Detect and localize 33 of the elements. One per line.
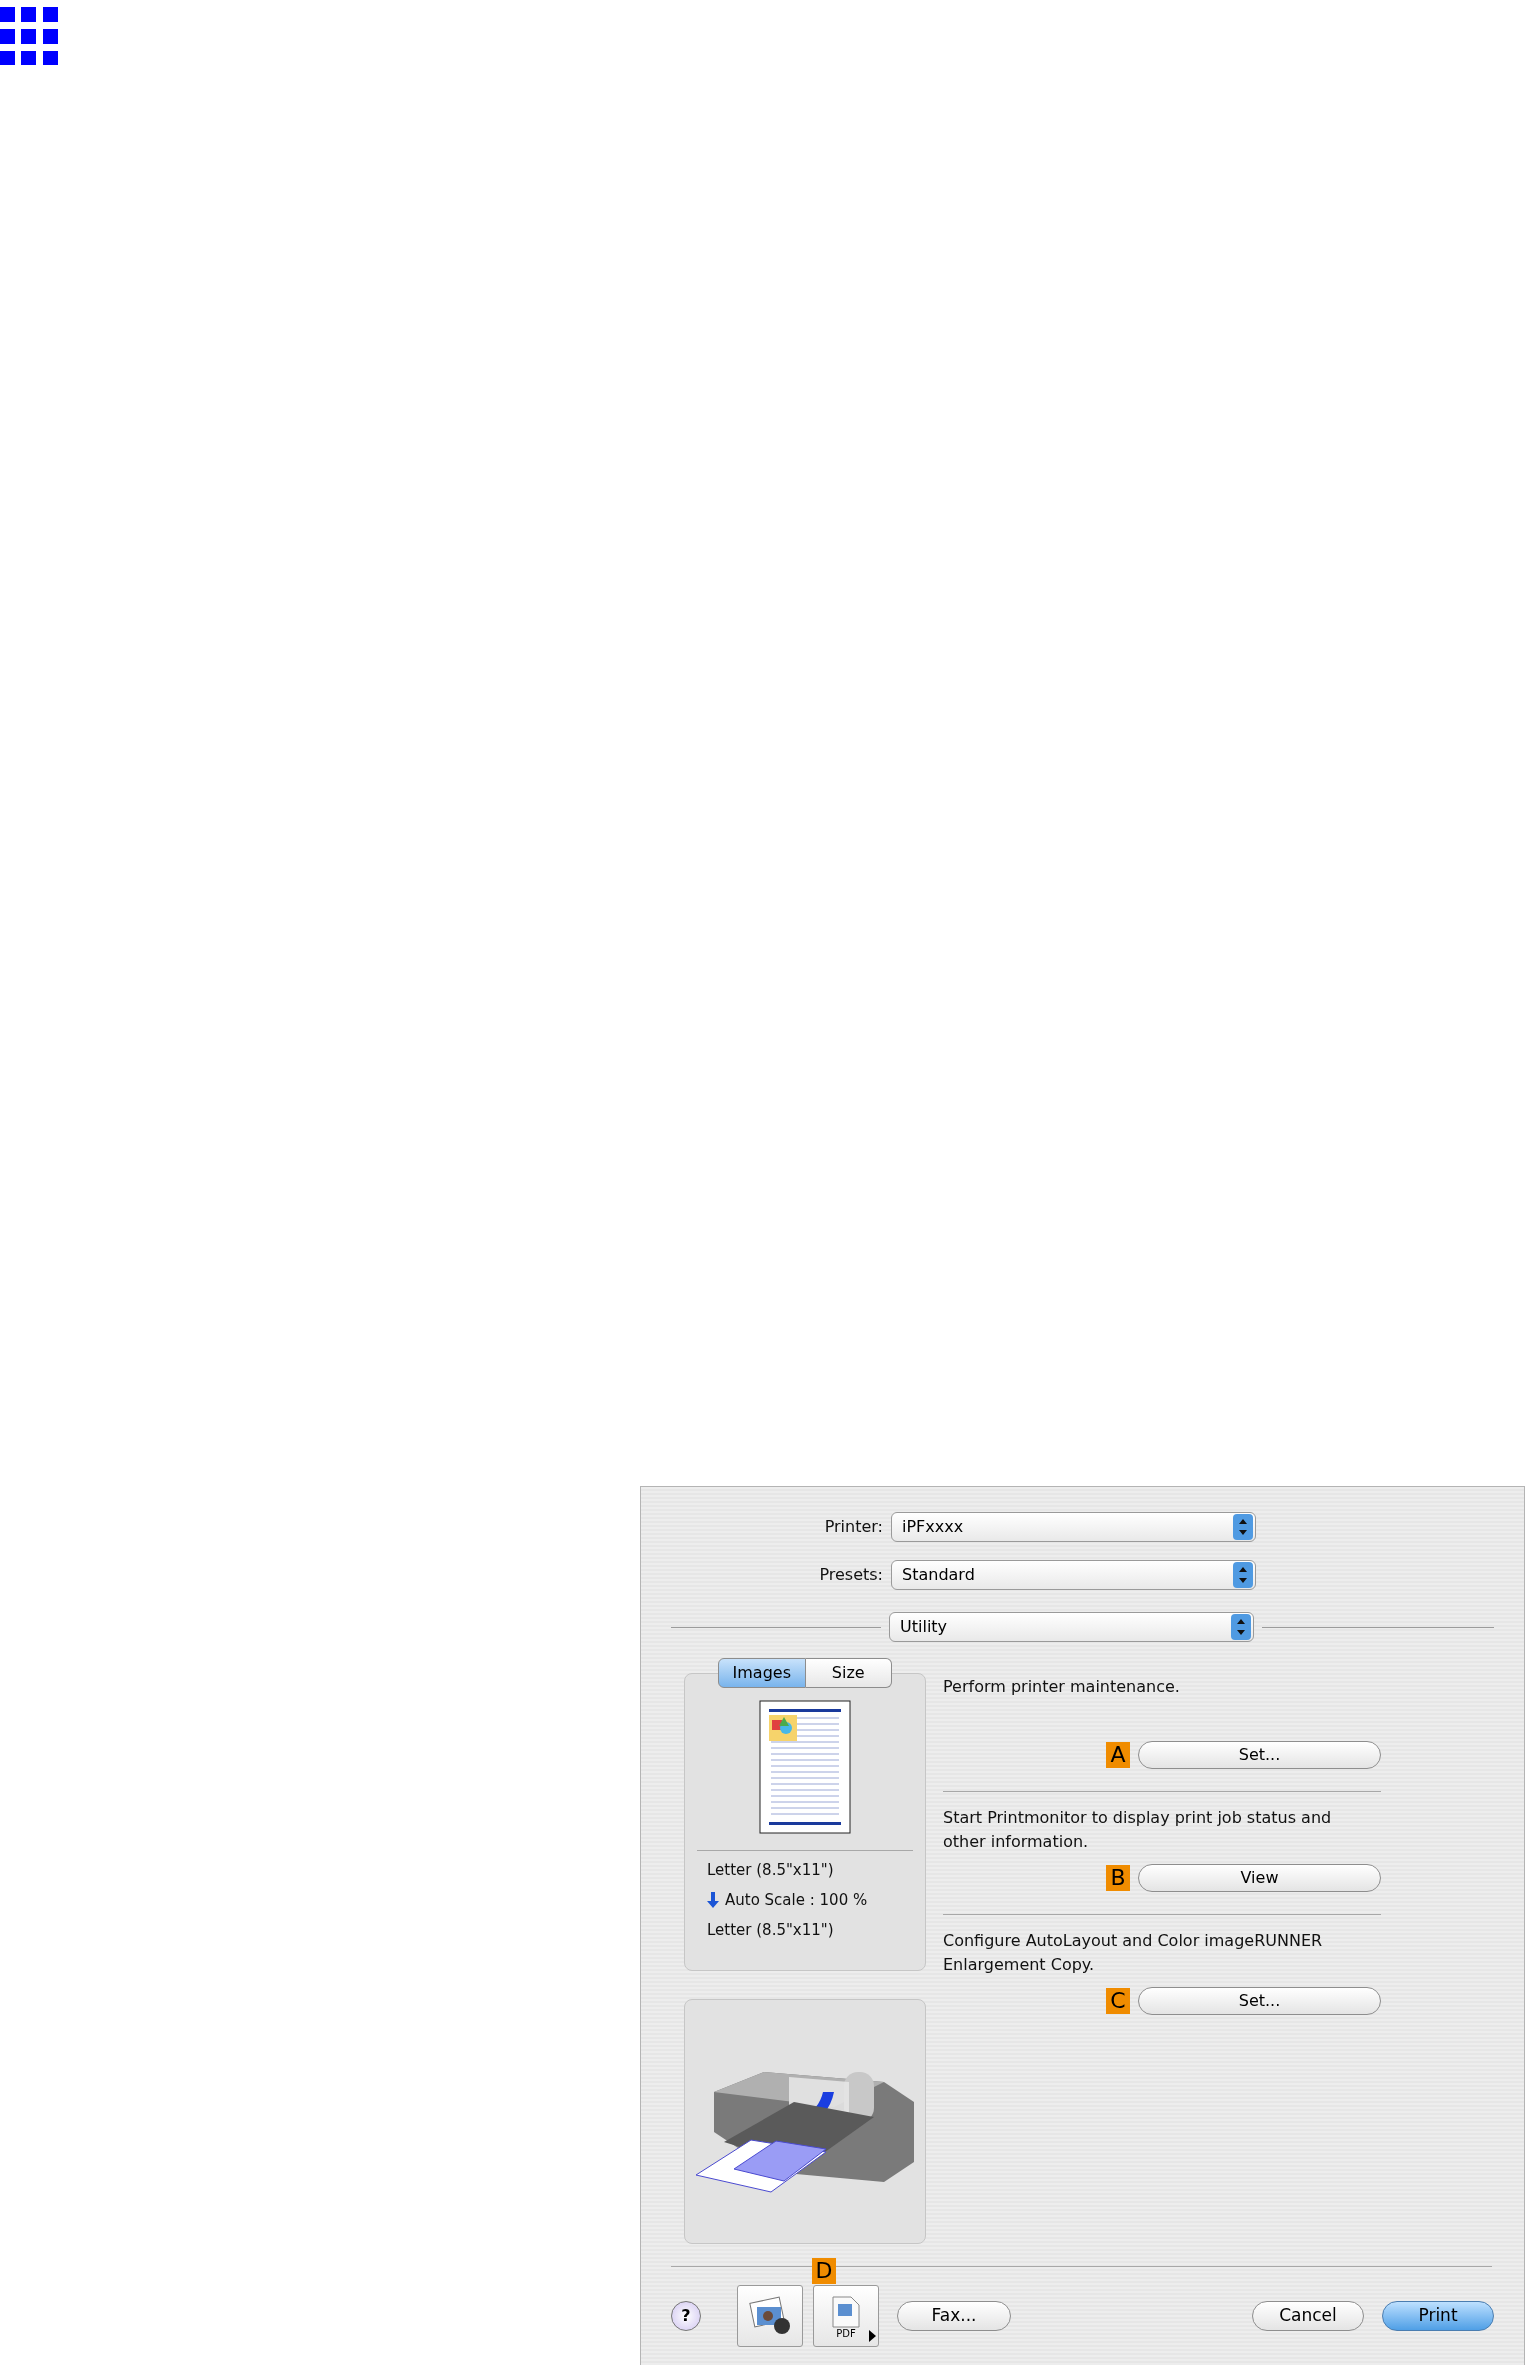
grid-icon xyxy=(0,7,58,65)
help-button[interactable]: ? xyxy=(671,2301,701,2331)
info-text: Letter (8.5"x11") xyxy=(707,1860,834,1881)
callout-label: C xyxy=(1106,1988,1130,2014)
pdf-label: PDF xyxy=(836,2328,856,2340)
popup-button[interactable]: Utility xyxy=(889,1612,1254,1642)
dialog-button[interactable]: Cancel xyxy=(1252,2301,1364,2331)
stepper-icon xyxy=(1233,1562,1253,1588)
stepper-icon xyxy=(1233,1514,1253,1540)
description-text: Configure AutoLayout and Color imageRUNNER Enlargement Copy. xyxy=(943,1930,1324,1976)
callout-label: B xyxy=(1106,1865,1130,1891)
callout-label: A xyxy=(1106,1742,1130,1768)
callout-label: D xyxy=(812,2258,836,2284)
tab[interactable]: Size xyxy=(805,1658,892,1688)
field-label: Printer: xyxy=(823,1516,884,1538)
info-text: Auto Scale : 100 % xyxy=(725,1890,868,1911)
set-button[interactable]: View xyxy=(1138,1864,1381,1892)
preview-button[interactable] xyxy=(737,2285,803,2347)
set-button[interactable]: Set... xyxy=(1138,1741,1381,1769)
popup-button[interactable]: iPFxxxx xyxy=(891,1512,1256,1542)
tab[interactable]: Images xyxy=(718,1658,806,1688)
description-text: Start Printmonitor to display print job status and other information. xyxy=(943,1807,1333,1853)
triangle-icon xyxy=(869,2330,876,2342)
popup-button[interactable]: Standard xyxy=(891,1560,1256,1590)
set-button[interactable]: Set... xyxy=(1138,1987,1381,2015)
description-text: Perform printer maintenance. xyxy=(943,1676,1181,1698)
fax-button[interactable]: Fax... xyxy=(897,2301,1011,2331)
document-icon xyxy=(831,2296,861,2328)
print-button[interactable]: Print xyxy=(1382,2301,1494,2331)
down-arrow-icon xyxy=(707,1892,719,1908)
stepper-icon xyxy=(1231,1614,1251,1640)
info-text: Letter (8.5"x11") xyxy=(707,1920,834,1941)
field-label: Presets: xyxy=(818,1564,884,1586)
